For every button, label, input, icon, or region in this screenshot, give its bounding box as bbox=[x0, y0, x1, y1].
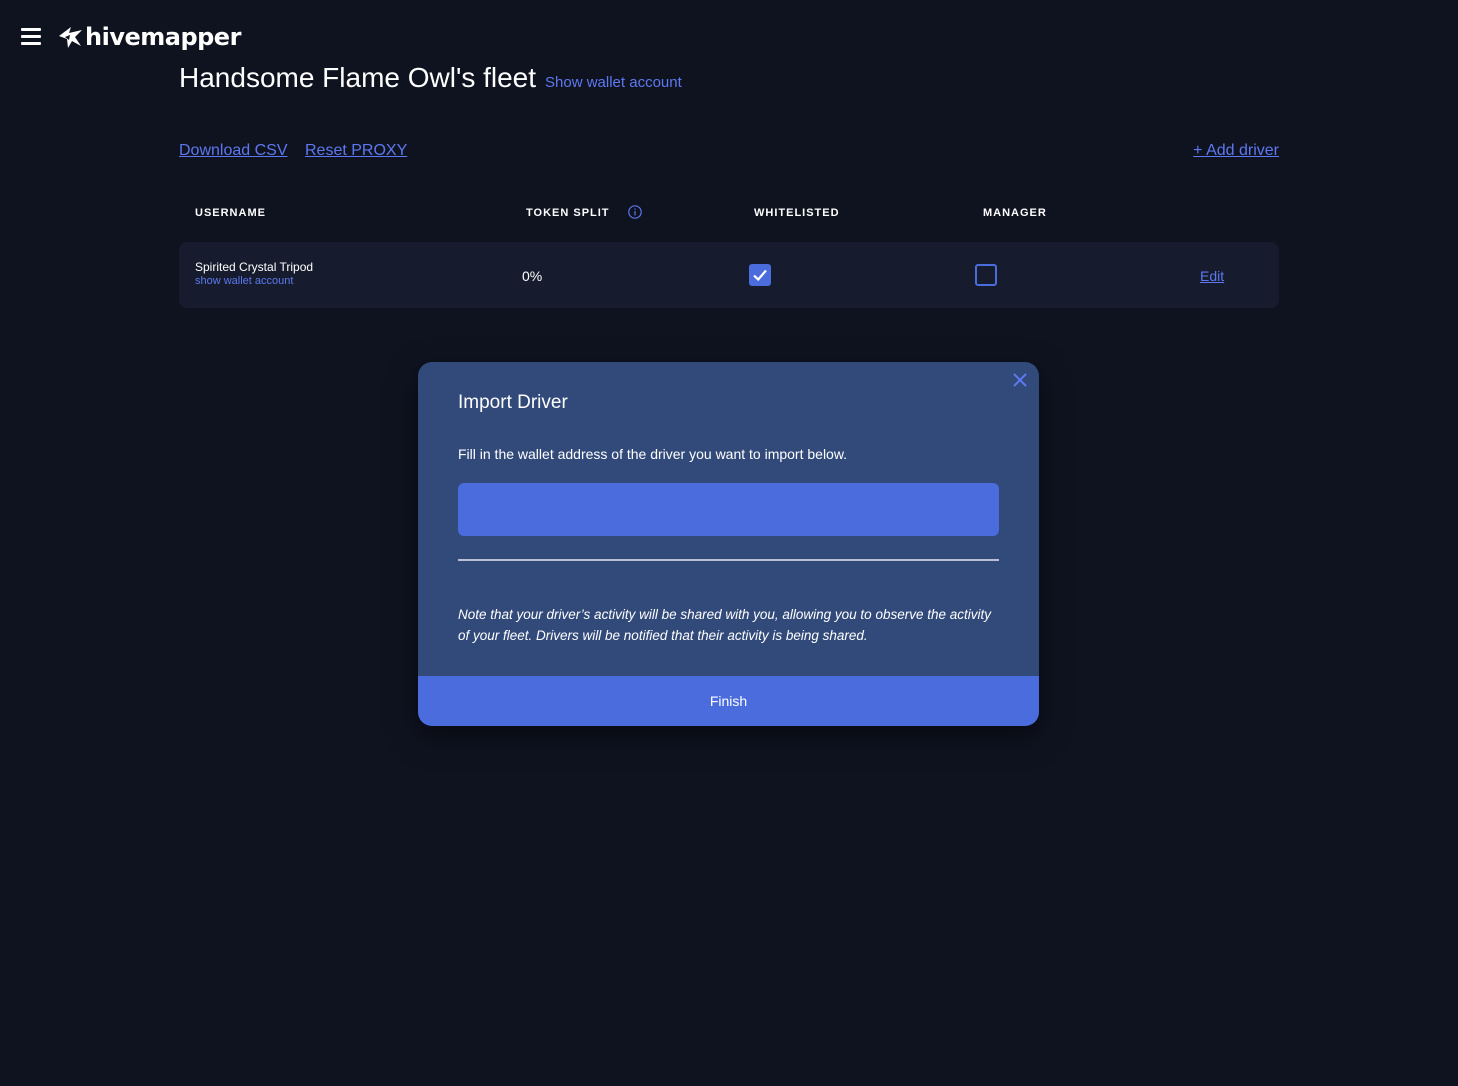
import-driver-modal: Import Driver Fill in the wallet address… bbox=[418, 362, 1039, 726]
whitelisted-checkbox[interactable] bbox=[749, 264, 771, 286]
manager-checkbox[interactable] bbox=[975, 264, 997, 286]
checkmark-icon bbox=[753, 269, 767, 282]
logo[interactable]: hivemapper bbox=[57, 20, 241, 54]
hamburger-menu-icon[interactable] bbox=[21, 28, 41, 45]
username-cell: Spirited Crystal Tripod show wallet acco… bbox=[195, 260, 313, 287]
modal-note: Note that your driver’s activity will be… bbox=[458, 607, 991, 643]
hivemapper-logo-icon bbox=[59, 27, 82, 48]
column-header-whitelisted: WHITELISTED bbox=[754, 207, 840, 219]
token-split-value: 0% bbox=[522, 268, 543, 284]
table-row: Spirited Crystal Tripod show wallet acco… bbox=[179, 242, 1279, 308]
modal-divider bbox=[458, 559, 999, 561]
finish-button[interactable]: Finish bbox=[418, 676, 1039, 726]
show-wallet-account-link[interactable]: Show wallet account bbox=[545, 74, 682, 91]
modal-title: Import Driver bbox=[458, 392, 568, 413]
column-header-manager: MANAGER bbox=[983, 207, 1047, 219]
add-driver-link[interactable]: + Add driver bbox=[1193, 142, 1279, 160]
column-header-username: USERNAME bbox=[195, 207, 266, 219]
wallet-address-input[interactable] bbox=[458, 483, 999, 536]
modal-description: Fill in the wallet address of the driver… bbox=[458, 446, 848, 462]
driver-username: Spirited Crystal Tripod bbox=[195, 260, 314, 274]
page: hivemapper Handsome Flame Owl's fleet Sh… bbox=[0, 0, 1458, 1086]
page-title: Handsome Flame Owl's fleet bbox=[179, 62, 537, 93]
fleet-actions: Download CSV Reset PROXY + Add driver bbox=[179, 142, 1279, 164]
row-show-wallet-link[interactable]: show wallet account bbox=[195, 275, 313, 287]
download-csv-link[interactable]: Download CSV bbox=[179, 142, 288, 160]
info-icon[interactable] bbox=[628, 205, 642, 219]
close-icon[interactable] bbox=[1011, 371, 1029, 389]
table-header: USERNAME TOKEN SPLIT WHITELISTED MANAGER bbox=[179, 202, 1279, 224]
title-row: Handsome Flame Owl's fleet Show wallet a… bbox=[179, 62, 682, 94]
reset-proxy-link[interactable]: Reset PROXY bbox=[305, 142, 407, 160]
edit-driver-link[interactable]: Edit bbox=[1200, 268, 1224, 284]
brand-name: hivemapper bbox=[85, 23, 241, 51]
column-header-token-split: TOKEN SPLIT bbox=[526, 207, 610, 219]
